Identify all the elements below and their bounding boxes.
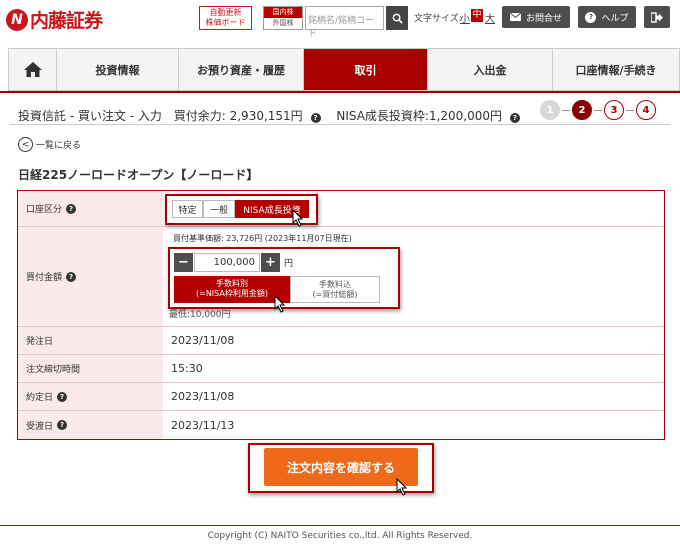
market-foreign-tab[interactable]: 外国株 xyxy=(264,18,302,29)
help-button[interactable]: ? ヘルプ xyxy=(578,6,636,28)
market-switch: 国内株 外国株 xyxy=(263,6,303,30)
account-ippan-option[interactable]: 一般 xyxy=(203,200,235,218)
amount-help-icon[interactable]: ? xyxy=(66,271,77,282)
nisa-quota-help-icon[interactable]: ? xyxy=(509,113,520,123)
step-4: 4 xyxy=(636,100,656,120)
mouse-cursor-icon xyxy=(274,295,286,313)
cutoff-row: 注文締切時間 15:30 xyxy=(18,355,664,383)
fee-included-line1: 手数料込 xyxy=(319,280,351,289)
search-icon xyxy=(392,13,403,24)
contract-date-label-text: 約定日 xyxy=(26,393,54,403)
header: N 内藤証券 自動更新 株価ボード 国内株 外国株 銘柄名/銘柄コード 文字サイ… xyxy=(0,0,680,39)
font-size-small[interactable]: 小 xyxy=(460,10,470,25)
nav-investment-info[interactable]: 投資情報 xyxy=(57,49,179,90)
page-title: 投資信託 - 買い注文 - 入力 xyxy=(18,109,162,123)
search-input[interactable]: 銘柄名/銘柄コード xyxy=(305,6,384,39)
mouse-cursor-icon xyxy=(396,478,408,496)
contract-date-help-icon[interactable]: ? xyxy=(57,391,68,402)
step-3: 3 xyxy=(604,100,624,120)
confirm-order-button[interactable]: 注文内容を確認する xyxy=(264,448,418,486)
account-type-label-text: 口座区分 xyxy=(26,205,63,215)
fee-excluded-option[interactable]: 手数料別 (=NISA枠利用金額) xyxy=(174,276,290,303)
fee-excluded-line2: (=NISA枠利用金額) xyxy=(196,289,268,298)
order-date-label: 発注日 xyxy=(18,327,163,354)
nav-price-note: 買付基準価額: 23,726円 (2023年11月07日現在) xyxy=(173,234,352,243)
delivery-date-value: 2023/11/13 xyxy=(171,418,235,432)
step-1: 1 xyxy=(540,100,560,120)
buying-power-help-icon[interactable]: ? xyxy=(310,113,321,123)
amount-decrease-button[interactable]: − xyxy=(174,253,193,272)
nav-account-procedures[interactable]: 口座情報/手続き xyxy=(553,49,679,90)
font-size-large[interactable]: 大 xyxy=(485,10,495,25)
auto-refresh-line1: 自動更新 xyxy=(209,8,242,17)
nav-deposit-withdraw[interactable]: 入出金 xyxy=(428,49,553,90)
step-separator xyxy=(594,109,602,111)
font-size-medium[interactable]: 中 xyxy=(471,9,483,22)
auto-refresh-board-button[interactable]: 自動更新 株価ボード xyxy=(199,6,252,30)
contract-date-row: 約定日? 2023/11/08 xyxy=(18,383,664,411)
order-date-row: 発注日 2023/11/08 xyxy=(18,327,664,355)
fund-name: 日経225ノーロードオープン【ノーロード】 xyxy=(18,168,259,182)
logout-icon xyxy=(651,11,663,23)
cutoff-value: 15:30 xyxy=(171,362,203,375)
account-tokutei-option[interactable]: 特定 xyxy=(172,200,203,218)
account-type-label: 口座区分? xyxy=(18,191,163,226)
contract-date-value: 2023/11/08 xyxy=(171,390,235,403)
chevron-left-icon: < xyxy=(18,137,33,152)
amount-input[interactable]: 100,000 xyxy=(194,253,260,272)
copyright: Copyright (C) NAITO Securities co.,ltd. … xyxy=(207,531,473,541)
order-date-value: 2023/11/08 xyxy=(171,334,235,347)
step-2: 2 xyxy=(572,100,592,120)
back-to-list-link[interactable]: < 一覧に戻る xyxy=(18,137,81,152)
logout-button[interactable] xyxy=(644,6,670,28)
fee-excluded-line1: 手数料別 xyxy=(216,279,248,288)
mail-icon xyxy=(509,13,521,21)
help-icon: ? xyxy=(585,11,597,23)
mouse-cursor-icon xyxy=(292,209,304,227)
page-subheader: 投資信託 - 買い注文 - 入力 買付余力: 2,930,151円 ? NISA… xyxy=(18,107,520,124)
nav-assets-history[interactable]: お預り資産・履歴 xyxy=(179,49,304,90)
amount-label: 買付金額? xyxy=(18,227,163,326)
buying-power: 買付余力: 2,930,151円 xyxy=(173,109,303,123)
contract-date-label: 約定日? xyxy=(18,383,163,410)
auto-refresh-line2: 株価ボード xyxy=(205,18,246,27)
divider xyxy=(10,124,670,125)
nav-trade[interactable]: 取引 xyxy=(304,49,428,90)
step-separator xyxy=(562,109,570,111)
logo-text: 内藤証券 xyxy=(30,10,103,32)
nav-underline xyxy=(0,91,680,93)
amount-label-text: 買付金額 xyxy=(26,273,63,283)
contact-button[interactable]: お問合せ xyxy=(502,6,570,28)
nisa-quota: NISA成長投資枠:1,200,000円 xyxy=(336,109,503,123)
main-nav: 投資情報 お預り資産・履歴 取引 入出金 口座情報/手続き xyxy=(8,48,680,91)
logo-mark-icon: N xyxy=(6,8,28,31)
amount-unit: 円 xyxy=(284,259,294,269)
delivery-date-row: 受渡日? 2023/11/13 xyxy=(18,411,664,439)
cutoff-label: 注文締切時間 xyxy=(18,355,163,382)
help-label: ヘルプ xyxy=(601,13,629,24)
search-button[interactable] xyxy=(386,6,408,30)
fee-included-option[interactable]: 手数料込 (=買付総額) xyxy=(290,276,380,303)
account-type-help-icon[interactable]: ? xyxy=(66,203,77,214)
order-form: 口座区分? 特定 一般 NISA成長投資 買付金額? 買付基準価額: 23,72… xyxy=(17,190,665,440)
progress-steps: 1 2 3 4 xyxy=(540,100,656,120)
nav-home[interactable] xyxy=(9,49,57,90)
font-size-label: 文字サイズ: xyxy=(414,14,462,24)
home-icon xyxy=(23,62,42,77)
amount-increase-button[interactable]: + xyxy=(261,253,280,272)
delivery-date-label-text: 受渡日 xyxy=(26,421,54,432)
step-separator xyxy=(626,109,634,111)
account-type-row: 口座区分? xyxy=(18,191,664,227)
back-label: 一覧に戻る xyxy=(36,141,82,151)
contact-label: お問合せ xyxy=(525,13,562,24)
fee-included-line2: (=買付総額) xyxy=(312,290,358,299)
footer-rule xyxy=(0,525,680,526)
logo[interactable]: N 内藤証券 xyxy=(6,6,103,33)
delivery-date-help-icon[interactable]: ? xyxy=(57,420,68,430)
market-domestic-tab[interactable]: 国内株 xyxy=(264,7,302,18)
delivery-date-label: 受渡日? xyxy=(18,411,163,439)
